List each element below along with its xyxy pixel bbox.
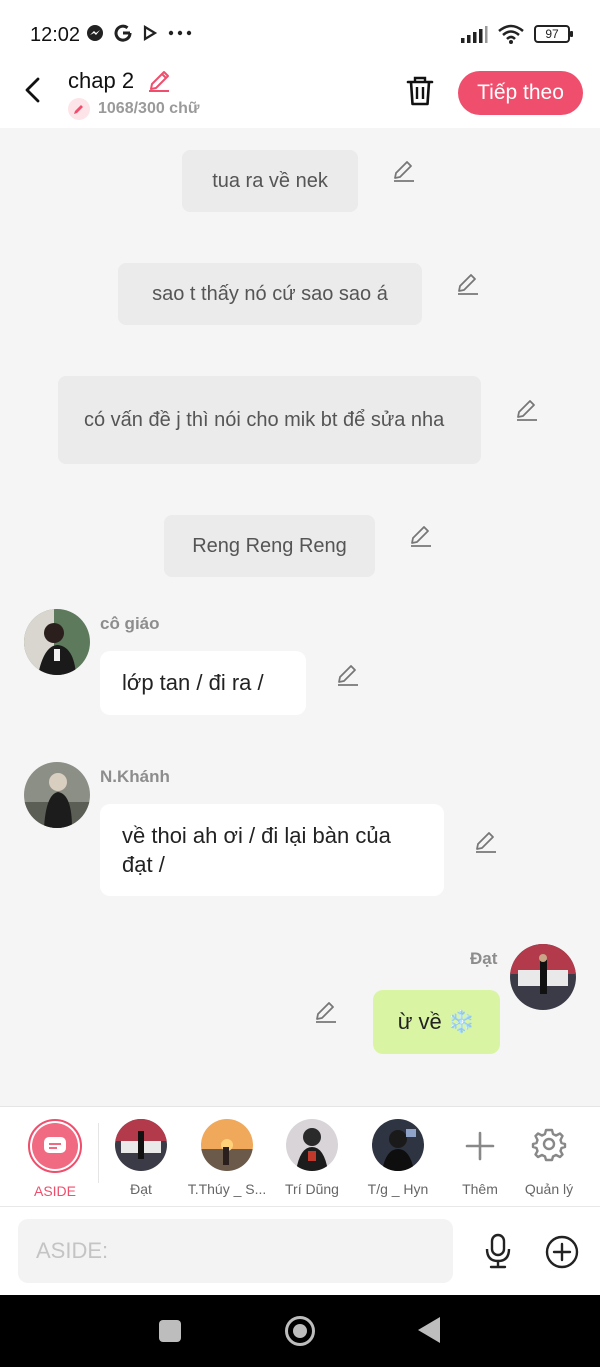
message-text: ừ về ❄️ xyxy=(397,1009,476,1034)
edit-title-icon[interactable] xyxy=(146,68,172,94)
word-count-pencil-icon xyxy=(68,98,90,120)
aside-avatar xyxy=(28,1119,82,1173)
narration-text: Reng Reng Reng xyxy=(192,534,347,557)
narration-text: tua ra về nek xyxy=(212,169,328,192)
character-aside[interactable]: ASIDE xyxy=(12,1119,98,1199)
recents-icon[interactable] xyxy=(159,1320,181,1342)
gear-icon xyxy=(531,1128,567,1162)
character-label: Đạt xyxy=(130,1181,152,1197)
add-circle-icon[interactable] xyxy=(545,1235,579,1269)
avatar[interactable] xyxy=(24,762,90,828)
wifi-icon xyxy=(498,24,524,44)
message-icon xyxy=(44,1137,66,1153)
input-row xyxy=(0,1206,600,1295)
message-bubble[interactable]: ừ về ❄️ xyxy=(373,990,500,1054)
sender-name: cô giáo xyxy=(100,614,160,633)
character-tri-dung[interactable]: Trí Dũng xyxy=(269,1119,355,1197)
narration-bubble[interactable]: có vấn đề j thì nói cho mik bt để sửa nh… xyxy=(58,376,481,464)
narration-text: có vấn đề j thì nói cho mik bt để sửa nh… xyxy=(84,409,445,431)
narration-bubble[interactable]: tua ra về nek xyxy=(182,150,358,212)
character-label: Trí Dũng xyxy=(285,1181,339,1197)
status-time: 12:02 xyxy=(30,24,81,46)
next-button[interactable]: Tiếp theo xyxy=(458,71,583,115)
character-dat[interactable]: Đạt xyxy=(98,1119,184,1197)
character-label: T/g _ Hyn xyxy=(367,1181,429,1197)
message-bubble[interactable]: về thoi ah ơi / đi lại bàn của đạt / xyxy=(100,804,444,896)
narration-bubble[interactable]: sao t thấy nó cứ sao sao á xyxy=(118,263,422,325)
character-label: T.Thúy _ S... xyxy=(187,1181,267,1197)
avatar xyxy=(201,1119,253,1171)
system-nav-bar xyxy=(0,1295,600,1367)
plus-icon xyxy=(465,1131,495,1161)
character-bar: ASIDE Đạt T.Thúy _ S... Trí Dũng T/g _ H… xyxy=(0,1106,600,1206)
back-icon[interactable] xyxy=(418,1317,440,1343)
editor-header: chap 2 1068/300 chữ Tiếp theo xyxy=(0,58,600,128)
play-icon xyxy=(143,25,158,41)
message-text: lớp tan / đi ra / xyxy=(122,670,264,695)
character-tg-hyn[interactable]: T/g _ Hyn xyxy=(355,1119,441,1197)
edit-message-icon[interactable] xyxy=(473,829,499,855)
chat-area[interactable]: tua ra về nek sao t thấy nó cứ sao sao á… xyxy=(0,128,600,1108)
signal-icon xyxy=(461,26,488,43)
avatar[interactable] xyxy=(510,944,576,1010)
trash-icon[interactable] xyxy=(404,74,436,108)
narration-text: sao t thấy nó cứ sao sao á xyxy=(152,282,388,305)
home-icon[interactable] xyxy=(285,1316,315,1346)
sender-name: N.Khánh xyxy=(100,767,170,786)
character-tthuy[interactable]: T.Thúy _ S... xyxy=(184,1119,270,1197)
back-arrow-icon[interactable] xyxy=(18,74,50,106)
edit-message-icon[interactable] xyxy=(391,158,417,184)
chapter-title[interactable]: chap 2 xyxy=(68,68,134,94)
narration-bubble[interactable]: Reng Reng Reng xyxy=(164,515,375,577)
google-icon xyxy=(114,24,132,42)
battery-icon: 97 xyxy=(534,25,573,43)
messenger-icon xyxy=(87,25,103,41)
more-dots-icon xyxy=(168,30,192,36)
avatar[interactable] xyxy=(24,609,90,675)
edit-message-icon[interactable] xyxy=(514,397,540,423)
avatar xyxy=(372,1119,424,1171)
message-input[interactable] xyxy=(18,1219,453,1283)
message-bubble[interactable]: lớp tan / đi ra / xyxy=(100,651,306,715)
edit-message-icon[interactable] xyxy=(313,999,339,1025)
edit-message-icon[interactable] xyxy=(335,662,361,688)
edit-message-icon[interactable] xyxy=(455,271,481,297)
avatar xyxy=(286,1119,338,1171)
avatar xyxy=(115,1119,167,1171)
message-text: về thoi ah ơi / đi lại bàn của đạt / xyxy=(122,823,391,877)
manage-characters-button[interactable]: Quản lý xyxy=(506,1119,592,1197)
sender-name: Đạt xyxy=(470,949,498,968)
edit-message-icon[interactable] xyxy=(408,523,434,549)
word-count: 1068/300 chữ xyxy=(98,100,200,117)
microphone-icon[interactable] xyxy=(482,1233,514,1269)
character-label: Quản lý xyxy=(524,1181,574,1197)
character-label: ASIDE xyxy=(33,1183,76,1199)
